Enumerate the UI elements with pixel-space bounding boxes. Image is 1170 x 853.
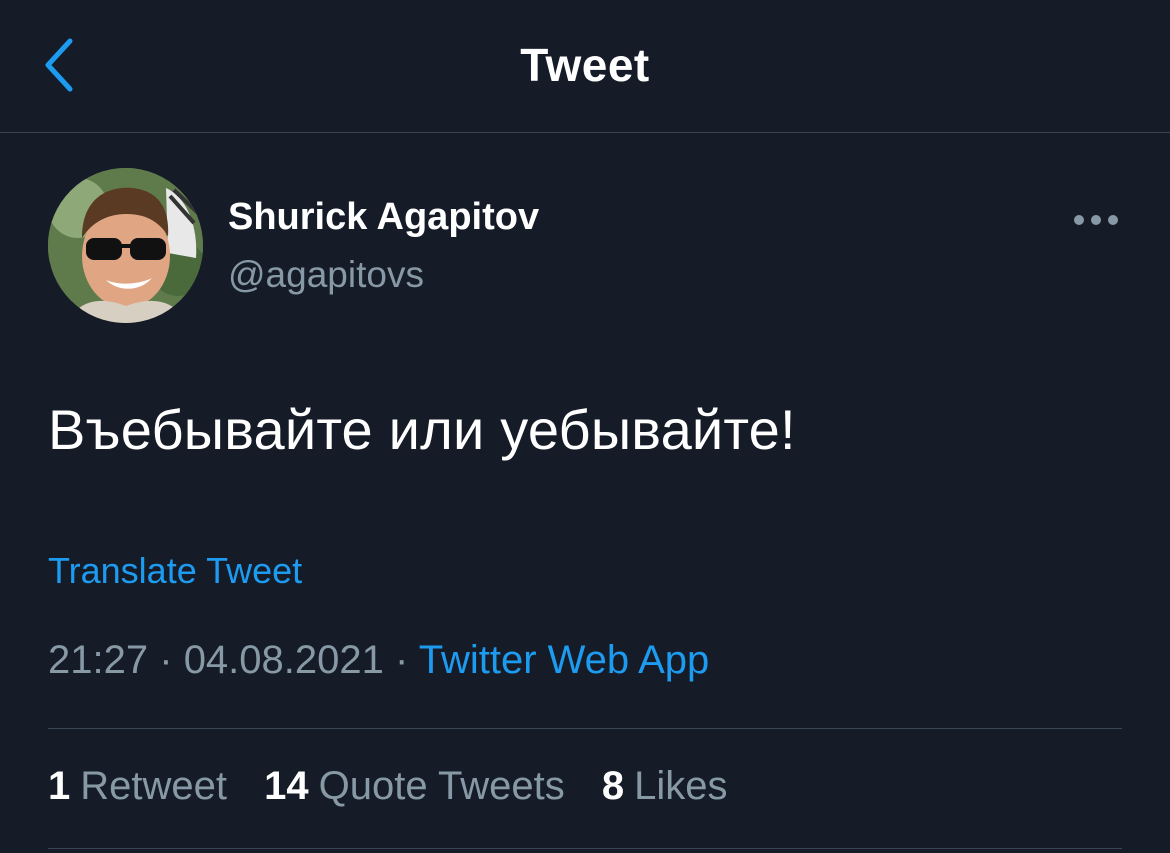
quote-tweets-count: 14 bbox=[264, 764, 309, 808]
avatar[interactable] bbox=[48, 168, 203, 323]
profile-photo bbox=[48, 168, 203, 323]
tweet-time: 21:27 bbox=[48, 638, 149, 682]
tweet-text: Въебывайте или уебывайте! bbox=[48, 398, 796, 461]
tweet-metadata: 21:27 · 04.08.2021 · Twitter Web App bbox=[48, 638, 709, 683]
tweet-stats: 1 Retweet 14 Quote Tweets 8 Likes bbox=[48, 764, 753, 809]
tweet-date: 04.08.2021 bbox=[183, 638, 384, 682]
likes-count: 8 bbox=[601, 764, 625, 808]
tweet-source-link[interactable]: Twitter Web App bbox=[419, 638, 710, 682]
quote-tweets-stat[interactable]: 14 Quote Tweets bbox=[264, 764, 565, 809]
tweet-screen: Tweet Shurick Agapitov @agapitovs Въебыв… bbox=[0, 0, 1170, 853]
author-handle[interactable]: @agapitovs bbox=[228, 254, 424, 296]
likes-label: Likes bbox=[634, 764, 728, 808]
author-name[interactable]: Shurick Agapitov bbox=[228, 196, 539, 239]
likes-stat[interactable]: 8 Likes bbox=[602, 764, 728, 809]
more-horizontal-icon bbox=[1074, 215, 1118, 225]
divider bbox=[48, 848, 1122, 849]
page-title: Tweet bbox=[520, 39, 650, 91]
top-bar: Tweet bbox=[0, 0, 1170, 133]
translate-tweet-link[interactable]: Translate Tweet bbox=[48, 550, 302, 592]
separator: · bbox=[395, 638, 409, 682]
quote-tweets-label: Quote Tweets bbox=[318, 764, 565, 808]
retweets-label: Retweet bbox=[80, 764, 227, 808]
divider bbox=[48, 728, 1122, 729]
more-options-button[interactable] bbox=[1068, 200, 1124, 240]
retweets-count: 1 bbox=[48, 764, 71, 808]
separator: · bbox=[159, 638, 173, 682]
retweets-stat[interactable]: 1 Retweet bbox=[48, 764, 227, 809]
